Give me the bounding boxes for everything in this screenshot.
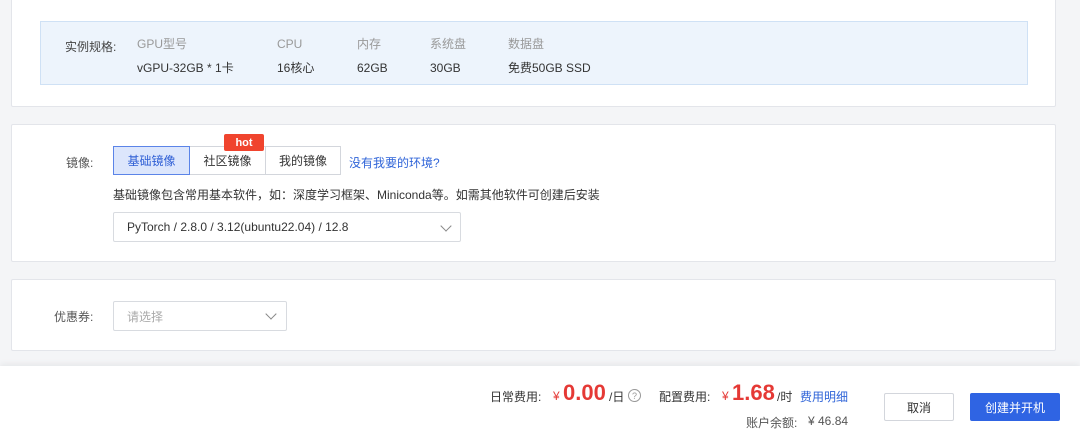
daily-currency: ¥ [553,389,560,403]
balance-label: 账户余额: [746,416,798,430]
coupon-card: 优惠券: 请选择 [11,279,1056,351]
coupon-select[interactable]: 请选择 [113,301,287,331]
create-and-start-button[interactable]: 创建并开机 [970,393,1060,421]
balance-value: ¥ 46.84 [808,414,849,428]
spec-gpu-value: vGPU-32GB * 1卡 [137,61,234,75]
coupon-placeholder: 请选择 [127,309,164,324]
spec-memory-value: 62GB [357,61,388,75]
bottom-bar: 日常费用: ¥ 0.00 /日 ? 配置费用: ¥ 1.68 /时 费用明细 账… [0,366,1080,440]
tab-my-image[interactable]: 我的镜像 [265,146,341,175]
spec-system-disk: 系统盘 30GB [430,36,466,76]
spec-cpu-value: 16核心 [277,61,315,75]
image-version-value: PyTorch / 2.8.0 / 3.12(ubuntu22.04) / 12… [127,220,349,234]
chevron-down-icon [440,220,452,232]
chevron-down-icon [265,308,277,320]
help-icon[interactable]: ? [628,389,641,402]
hot-badge: hot [224,134,264,151]
daily-cost-unit: /日 [609,390,625,404]
config-cost-unit: /时 [777,390,793,404]
config-cost-label: 配置费用: [659,390,711,404]
spec-label: 实例规格: [65,40,117,54]
spec-gpu-header: GPU型号 [137,37,188,51]
cancel-button[interactable]: 取消 [884,393,954,421]
image-card: 镜像: 基础镜像 社区镜像 我的镜像 hot 没有我要的环境? 基础镜像包含常用… [11,124,1056,262]
daily-cost-value: 0.00 [563,380,606,405]
spec-system-disk-header: 系统盘 [430,37,467,51]
spec-cpu: CPU 16核心 [277,36,314,76]
spec-gpu: GPU型号 vGPU-32GB * 1卡 [137,36,234,76]
spec-data-disk: 数据盘 免费50GB SSD [508,36,591,76]
config-cost-value: 1.68 [732,380,775,405]
daily-cost-label: 日常费用: [490,390,542,404]
spec-data-disk-value: 免费50GB SSD [508,61,591,75]
spec-system-disk-value: 30GB [430,61,461,75]
missing-env-link[interactable]: 没有我要的环境? [349,154,440,171]
spec-box: 实例规格: GPU型号 vGPU-32GB * 1卡 CPU 16核心 内存 6… [40,21,1028,85]
cost-detail-link[interactable]: 费用明细 [800,388,848,405]
spec-data-disk-header: 数据盘 [508,37,545,51]
image-hint: 基础镜像包含常用基本软件，如：深度学习框架、Miniconda等。如需其他软件可… [113,188,600,202]
spec-cpu-header: CPU [277,37,303,51]
config-currency: ¥ [722,389,729,403]
image-version-select[interactable]: PyTorch / 2.8.0 / 3.12(ubuntu22.04) / 12… [113,212,461,242]
coupon-label: 优惠券: [54,310,94,324]
image-label: 镜像: [66,156,94,170]
spec-memory: 内存 62GB [357,36,388,76]
tab-base-image[interactable]: 基础镜像 [113,146,190,175]
spec-memory-header: 内存 [357,37,382,51]
spec-card: 实例规格: GPU型号 vGPU-32GB * 1卡 CPU 16核心 内存 6… [11,0,1056,107]
